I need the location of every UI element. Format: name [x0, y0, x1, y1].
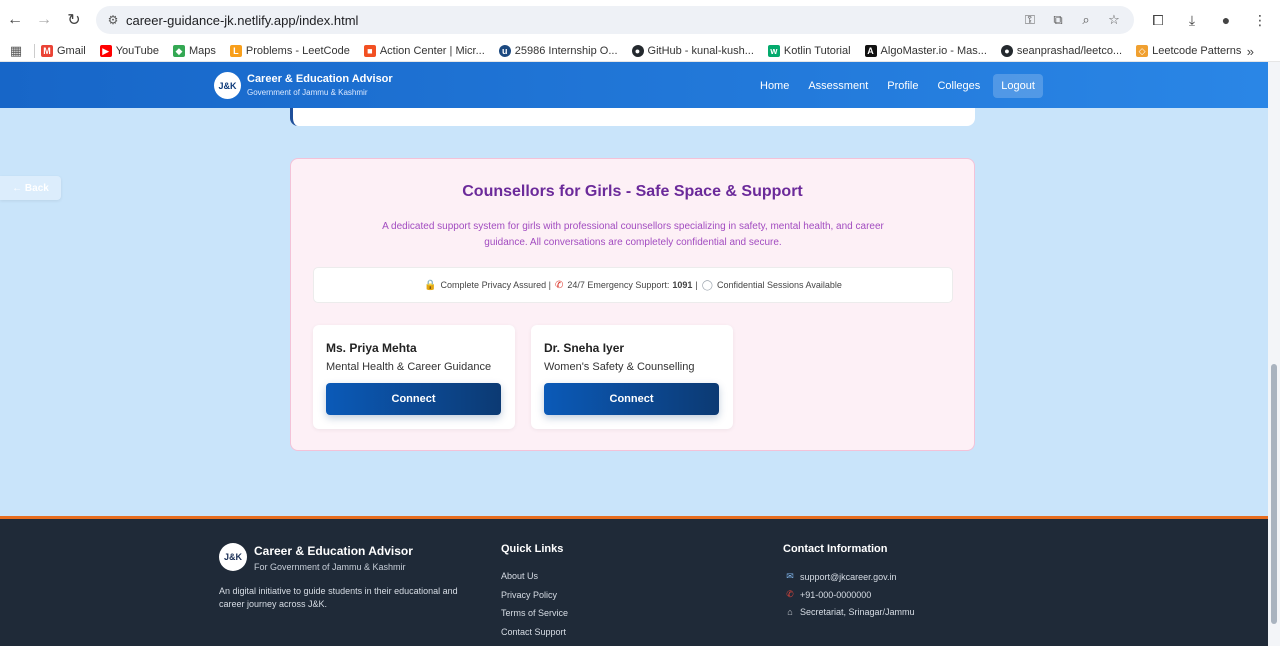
download-icon[interactable]: ⤓: [1180, 6, 1204, 34]
nav-colleges[interactable]: Colleges: [937, 80, 980, 92]
chat-bubble-icon: ◯: [701, 279, 713, 291]
footer-link-privacy[interactable]: Privacy Policy: [501, 590, 557, 600]
site-title: Career & Education Advisor: [247, 73, 393, 85]
footer-link-contact[interactable]: Contact Support: [501, 627, 566, 637]
sessions-text: Confidential Sessions Available: [716, 280, 842, 290]
site-logo[interactable]: J&K: [214, 72, 241, 99]
contact-info-title: Contact Information: [783, 543, 888, 555]
section-description: A dedicated support system for girls wit…: [382, 221, 884, 248]
site-footer: J&K Career & Education Advisor For Gover…: [0, 516, 1268, 646]
counsellor-specialty: Mental Health & Career Guidance: [326, 361, 492, 373]
phone-icon: ✆: [786, 589, 794, 599]
main-nav: Home Assessment Profile Colleges Logout: [760, 74, 1043, 98]
bookmark-item[interactable]: w Kotlin Tutorial: [767, 44, 851, 57]
bookmark-item[interactable]: u 25986 Internship O...: [498, 44, 618, 57]
bookmark-item[interactable]: A AlgoMaster.io - Mas...: [864, 44, 987, 57]
previous-section-card: [290, 108, 975, 126]
privacy-text: Complete Privacy Assured |: [440, 280, 551, 290]
counsellor-card: Dr. Sneha Iyer Women's Safety & Counsell…: [531, 325, 733, 429]
contact-phone: ✆ +91-000-0000000: [784, 589, 871, 600]
lock-icon: 🔒: [424, 279, 437, 291]
address-bar[interactable]: ⚙ career-guidance-jk.netlify.app/index.h…: [96, 6, 1134, 34]
footer-link-about[interactable]: About Us: [501, 571, 538, 581]
zoom-icon[interactable]: ⌕: [1076, 10, 1096, 30]
contact-email: ✉ support@jkcareer.gov.in: [784, 571, 896, 582]
apps-grid-icon[interactable]: ▦: [4, 43, 28, 59]
emergency-number: 1091: [672, 280, 693, 290]
profile-avatar-icon[interactable]: ●: [1214, 6, 1238, 34]
footer-subtitle: For Government of Jammu & Kashmir: [254, 562, 406, 572]
footer-brand: Career & Education Advisor: [254, 544, 413, 558]
phone-icon: ✆: [554, 279, 564, 291]
privacy-info-strip: 🔒 Complete Privacy Assured | ✆ 24/7 Emer…: [313, 267, 953, 303]
youtube-icon: ▶: [99, 44, 112, 57]
site-settings-icon[interactable]: ⚙: [100, 13, 126, 27]
counsellor-name: Ms. Priya Mehta: [326, 341, 417, 355]
site-subtitle: Government of Jammu & Kashmir: [247, 88, 368, 97]
bookmark-item[interactable]: ▶ YouTube: [99, 44, 159, 57]
info-separator: |: [695, 280, 698, 290]
nav-profile[interactable]: Profile: [887, 80, 918, 92]
bookmark-item[interactable]: L Problems - LeetCode: [229, 44, 350, 57]
bookmark-item[interactable]: M Gmail: [41, 44, 86, 57]
leetcode-icon: L: [229, 44, 242, 57]
section-title: Counsellors for Girls - Safe Space & Sup…: [462, 183, 803, 200]
quick-links-title: Quick Links: [501, 543, 564, 555]
back-button[interactable]: ← Back: [0, 176, 61, 200]
bookmark-item[interactable]: ◆ Maps: [172, 44, 216, 57]
bookmarks-divider: [34, 43, 35, 58]
back-arrow-icon[interactable]: ←: [0, 5, 30, 35]
building-icon: ⌂: [787, 607, 793, 617]
email-icon: ✉: [786, 571, 794, 581]
site-header: J&K Career & Education Advisor Governmen…: [0, 62, 1268, 108]
install-app-icon[interactable]: ⧉: [1048, 10, 1068, 30]
bookmarks-bar: ▦ M Gmail ▶ YouTube ◆ Maps L Problems - Leet…: [0, 40, 1280, 62]
menu-kebab-icon[interactable]: ⋮: [1248, 6, 1272, 34]
bookmark-item[interactable]: ■ Action Center | Micr...: [363, 44, 485, 57]
reload-icon[interactable]: ↻: [59, 5, 89, 35]
nav-assessment[interactable]: Assessment: [808, 80, 868, 92]
connect-button[interactable]: Connect: [544, 383, 719, 415]
footer-logo: J&K: [219, 543, 247, 571]
github-icon: ●: [1000, 44, 1013, 57]
microsoft-icon: ■: [363, 44, 376, 57]
url-text: career-guidance-jk.netlify.app/index.htm…: [126, 12, 359, 28]
w3schools-icon: w: [767, 44, 780, 57]
scrollbar-thumb[interactable]: [1271, 364, 1277, 624]
forward-arrow-icon[interactable]: →: [29, 5, 59, 35]
password-key-icon[interactable]: ⚿: [1020, 10, 1040, 30]
emergency-text: 24/7 Emergency Support:: [567, 280, 670, 290]
counsellor-name: Dr. Sneha Iyer: [544, 341, 625, 355]
connect-button[interactable]: Connect: [326, 383, 501, 415]
bookmark-star-icon[interactable]: ☆: [1104, 10, 1124, 30]
contact-address: ⌂ Secretariat, Srinagar/Jammu: [784, 607, 914, 617]
counsellor-card: Ms. Priya Mehta Mental Health & Career G…: [313, 325, 515, 429]
unstop-icon: u: [498, 44, 511, 57]
github-icon: ●: [631, 44, 644, 57]
algomaster-icon: A: [864, 44, 877, 57]
footer-link-terms[interactable]: Terms of Service: [501, 608, 568, 618]
counsellor-specialty: Women's Safety & Counselling: [544, 361, 695, 373]
footer-description: An digital initiative to guide students …: [219, 586, 458, 609]
maps-icon: ◆: [172, 44, 185, 57]
page-scrollbar[interactable]: [1268, 62, 1280, 646]
browser-toolbar: ← → ↻ ⚙ career-guidance-jk.netlify.app/i…: [0, 0, 1280, 40]
logout-button[interactable]: Logout: [993, 74, 1043, 98]
extensions-icon[interactable]: ⧠: [1146, 6, 1170, 34]
bookmark-item[interactable]: ● GitHub - kunal-kush...: [631, 44, 754, 57]
more-bookmarks-icon[interactable]: »: [1247, 44, 1254, 59]
girls-counsellors-section: Counsellors for Girls - Safe Space & Sup…: [290, 158, 975, 451]
bookmark-item[interactable]: ◇ Leetcode Patterns: [1136, 44, 1241, 57]
patterns-icon: ◇: [1136, 44, 1149, 57]
nav-home[interactable]: Home: [760, 80, 789, 92]
bookmark-item[interactable]: ● seanprashad/leetco...: [1000, 44, 1122, 57]
gmail-icon: M: [41, 44, 53, 57]
